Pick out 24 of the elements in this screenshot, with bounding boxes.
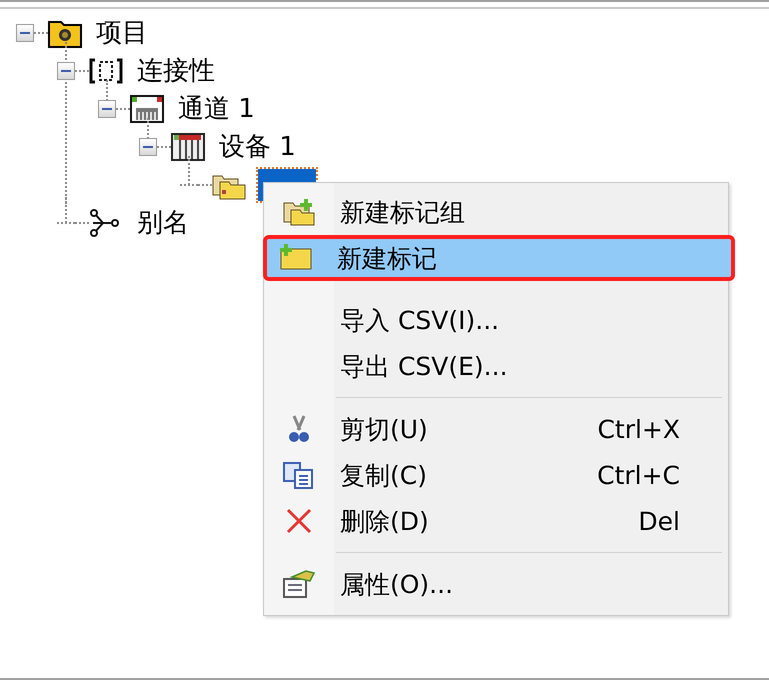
tree-item[interactable]: 设备 1 [217,131,298,163]
menu-item[interactable]: 新建标记组 [266,189,726,235]
collapse-toggle[interactable] [98,100,116,118]
tree-item[interactable]: 连接性 [135,55,217,87]
copy-icon [282,460,316,490]
gear-folder-icon [48,18,82,48]
tree-item[interactable]: 通道 1 [176,93,257,125]
menu-item[interactable]: 导出 CSV(E)... [266,343,726,389]
network-port-icon [130,94,164,124]
new-folder-icon [282,197,316,227]
tree-item[interactable]: 项目 [94,17,150,49]
device-rack-icon [171,132,205,162]
tree-item[interactable]: 别名 [135,207,191,239]
menu-item[interactable]: 导入 CSV(I)... [266,297,726,343]
collapse-toggle[interactable] [57,62,75,80]
bracket-icon [89,56,123,86]
properties-icon [282,569,316,599]
collapse-toggle[interactable] [139,138,157,156]
collapse-toggle[interactable] [16,24,34,42]
menu-item[interactable]: 属性(O)... [266,561,726,607]
menu-item[interactable]: 复制(C) Ctrl+C [266,452,726,498]
menu-item[interactable]: 删除(D) Del [266,498,726,544]
menu-item[interactable]: 新建标记 [263,235,735,281]
menu-item[interactable]: 剪切(U) Ctrl+X [266,406,726,452]
